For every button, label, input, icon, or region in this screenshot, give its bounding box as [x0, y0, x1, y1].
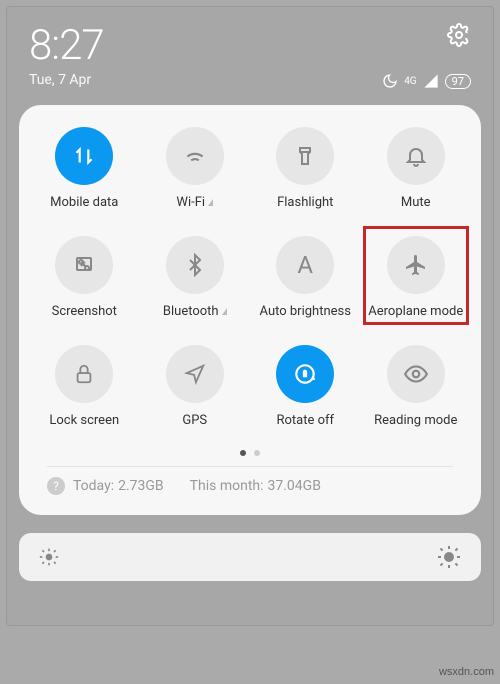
status-icons: 4G 97 [382, 73, 471, 89]
tile-label: Screenshot [52, 304, 117, 319]
screenshot-icon [55, 236, 113, 294]
tile-label: Mute [401, 195, 431, 210]
mobile-data-icon [55, 127, 113, 185]
tile-mute[interactable]: Mute [361, 127, 472, 210]
tile-reading-mode[interactable]: Reading mode [361, 345, 472, 428]
tile-flashlight[interactable]: Flashlight [250, 127, 361, 210]
usage-month-label: This month: [190, 478, 264, 494]
tile-screenshot[interactable]: Screenshot [29, 236, 140, 319]
usage-today-value: 2.73GB [118, 478, 164, 494]
tile-label: Wi-Fi [176, 195, 213, 210]
lock-icon [55, 345, 113, 403]
tile-auto-brightness[interactable]: A Auto brightness [250, 236, 361, 319]
tile-label: Bluetooth [163, 304, 227, 319]
tile-aeroplane-mode[interactable]: Aeroplane mode [361, 236, 472, 319]
page-indicator[interactable] [29, 450, 471, 456]
tile-wifi[interactable]: Wi-Fi [140, 127, 251, 210]
tile-label: Reading mode [374, 413, 457, 428]
divider [47, 466, 453, 467]
eye-icon [387, 345, 445, 403]
battery-indicator: 97 [445, 74, 471, 89]
tile-mobile-data[interactable]: Mobile data [29, 127, 140, 210]
rotate-lock-icon [276, 345, 334, 403]
tile-label: GPS [182, 413, 207, 428]
data-usage-row[interactable]: ? Today: 2.73GB This month: 37.04GB [29, 477, 471, 501]
wifi-icon [166, 127, 224, 185]
dot [254, 450, 260, 456]
watermark: wsxdn.com [439, 666, 494, 678]
clock: 8:27 [29, 21, 104, 70]
tile-label: Lock screen [49, 413, 119, 428]
signal-icon [423, 73, 439, 89]
tile-label: Auto brightness [260, 304, 351, 319]
location-icon [166, 345, 224, 403]
tile-lock-screen[interactable]: Lock screen [29, 345, 140, 428]
status-bar: 8:27 Tue, 7 Apr 4G 97 [7, 7, 493, 97]
tile-label: Rotate off [276, 413, 334, 428]
quick-settings-panel: Mobile data Wi-Fi Flashlight [19, 105, 481, 515]
tile-label: Mobile data [50, 195, 118, 210]
brightness-low-icon [39, 547, 59, 567]
usage-today-label: Today: [73, 478, 114, 494]
highlight-box [363, 226, 470, 325]
expand-icon [222, 308, 227, 315]
flashlight-icon [276, 127, 334, 185]
bell-icon [387, 127, 445, 185]
brightness-slider[interactable] [19, 533, 481, 581]
tile-gps[interactable]: GPS [140, 345, 251, 428]
tile-rotate-off[interactable]: Rotate off [250, 345, 361, 428]
usage-month-value: 37.04GB [268, 478, 321, 494]
bluetooth-icon [166, 236, 224, 294]
settings-icon[interactable] [447, 23, 471, 47]
date: Tue, 7 Apr [29, 72, 104, 88]
dnd-moon-icon [382, 73, 398, 89]
dot-active [240, 450, 246, 456]
auto-brightness-icon: A [276, 236, 334, 294]
expand-icon [208, 199, 213, 206]
brightness-high-icon [437, 545, 461, 569]
tile-bluetooth[interactable]: Bluetooth [140, 236, 251, 319]
help-icon: ? [47, 477, 65, 495]
tile-label: Flashlight [277, 195, 333, 210]
network-type: 4G [404, 76, 416, 87]
